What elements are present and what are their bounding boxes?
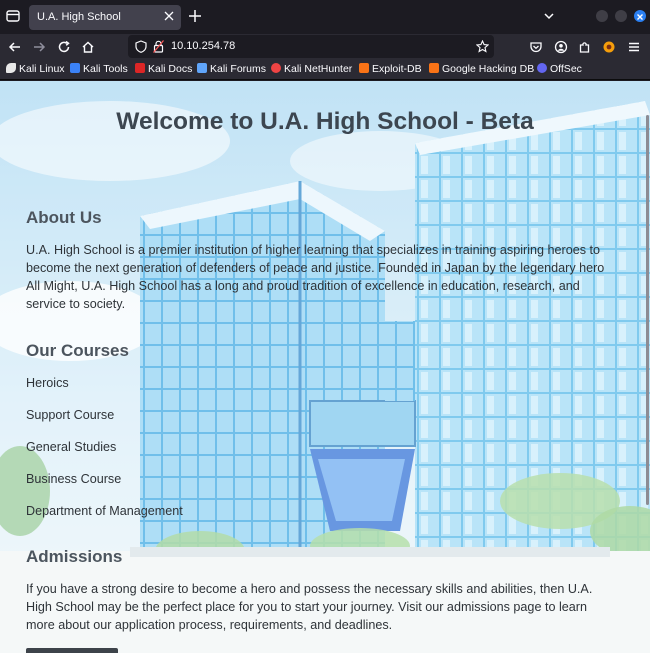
course-item: General Studies (26, 440, 117, 454)
kali-docs-icon (135, 63, 145, 73)
shield-icon[interactable] (135, 40, 147, 53)
account-icon[interactable] (554, 40, 568, 54)
menu-icon[interactable] (627, 40, 641, 54)
address-bar[interactable]: 10.10.254.78 (128, 35, 494, 58)
admissions-heading: Admissions (26, 547, 123, 566)
page-scrollbar[interactable] (646, 115, 649, 505)
kali-dragon-icon (6, 63, 16, 73)
google-hacking-db-icon (429, 63, 439, 73)
bookmark-exploit-db[interactable]: Exploit-DB (359, 63, 422, 77)
reload-icon[interactable] (57, 40, 71, 54)
admissions-button[interactable] (26, 648, 118, 653)
back-icon[interactable] (8, 40, 22, 54)
admissions-text: If you have a strong desire to become a … (26, 582, 593, 632)
close-tab-icon[interactable] (164, 11, 174, 21)
page-content: Welcome to U.A. High School - Beta About… (0, 81, 650, 653)
lock-insecure-icon[interactable] (153, 40, 164, 53)
about-text: U.A. High School is a premier institutio… (26, 243, 605, 311)
url-text: 10.10.254.78 (171, 40, 236, 52)
window-close-button[interactable] (634, 10, 646, 22)
kali-nethunter-icon (271, 63, 281, 73)
kali-tools-icon (70, 63, 80, 73)
minimize-button[interactable] (596, 10, 608, 22)
bookmark-kali-nethunter[interactable]: Kali NetHunter (271, 63, 352, 77)
exploit-db-icon (359, 63, 369, 73)
bookmarks-toolbar: Kali Linux Kali Tools Kali Docs Kali For… (0, 60, 650, 80)
navigation-toolbar: 10.10.254.78 (0, 34, 650, 60)
bookmark-offsec[interactable]: OffSec (537, 63, 582, 77)
tab-title: U.A. High School (37, 11, 121, 23)
home-icon[interactable] (81, 40, 95, 54)
bookmark-star-icon[interactable] (476, 40, 489, 53)
course-item: Heroics (26, 376, 69, 390)
active-tab[interactable]: U.A. High School (29, 5, 181, 30)
course-item: Support Course (26, 408, 115, 422)
extensions-icon[interactable] (578, 40, 592, 54)
chevron-down-icon[interactable] (543, 10, 555, 22)
page-title: Welcome to U.A. High School - Beta (116, 108, 534, 135)
offsec-icon (537, 63, 547, 73)
bookmark-google-hacking-db[interactable]: Google Hacking DB (429, 63, 534, 77)
tab-bar: U.A. High School (0, 0, 650, 34)
bookmark-kali-forums[interactable]: Kali Forums (197, 63, 266, 77)
course-item: Business Course (26, 472, 122, 486)
bookmark-kali-docs[interactable]: Kali Docs (135, 63, 192, 77)
forward-icon[interactable] (32, 40, 46, 54)
extension-badge-icon[interactable] (602, 40, 616, 54)
courses-heading: Our Courses (26, 341, 129, 360)
close-icon (637, 14, 643, 20)
course-item: Department of Management (26, 504, 183, 518)
firefox-view-icon[interactable] (5, 8, 21, 24)
kali-forums-icon (197, 63, 207, 73)
bookmark-kali-linux[interactable]: Kali Linux (6, 63, 65, 77)
page-viewport: Welcome to U.A. High School - Beta About… (0, 81, 650, 653)
pocket-icon[interactable] (529, 40, 543, 54)
new-tab-icon[interactable] (188, 9, 202, 23)
maximize-button[interactable] (615, 10, 627, 22)
bookmark-kali-tools[interactable]: Kali Tools (70, 63, 128, 77)
about-heading: About Us (26, 208, 102, 227)
